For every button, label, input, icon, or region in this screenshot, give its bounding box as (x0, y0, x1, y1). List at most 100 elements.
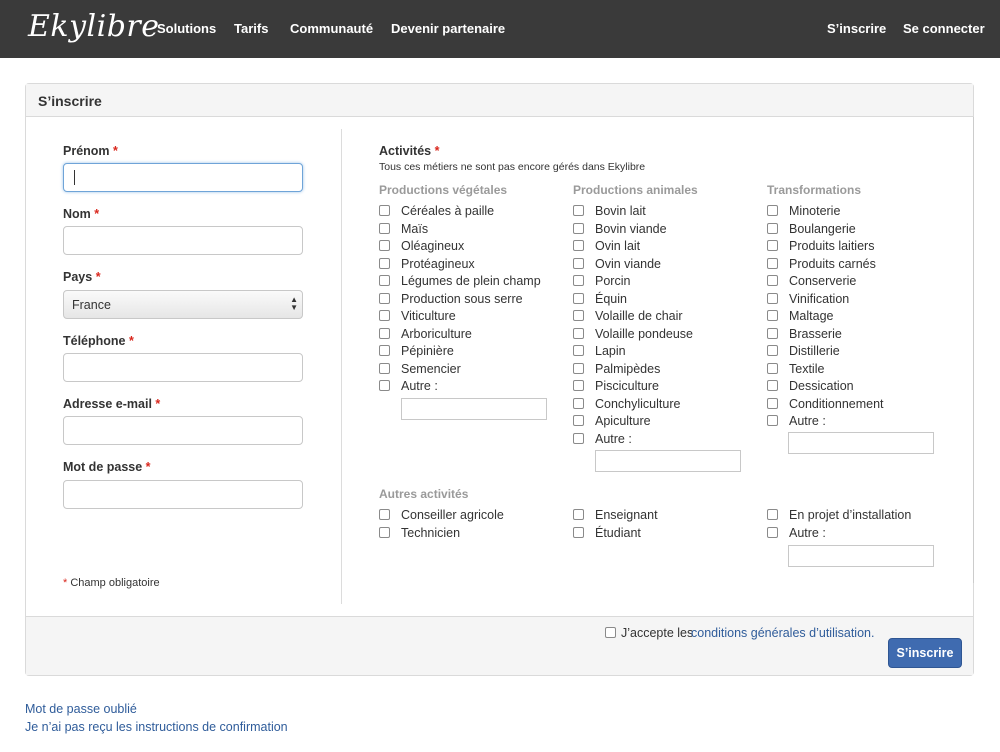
animal-checkbox[interactable] (573, 380, 584, 391)
vegetal-option-label: Production sous serre (401, 291, 523, 306)
other-col2-checkbox[interactable] (573, 526, 584, 538)
vegetal-checkbox[interactable] (379, 222, 390, 234)
animal-option-label: Bovin lait (595, 204, 646, 218)
vegetal-option-label: Protéagineux (401, 256, 475, 271)
brand-logo[interactable]: Ekylibre (28, 9, 160, 44)
panel-title: S’inscrire (38, 93, 102, 109)
signup-panel: S’inscrire Prénom * Nom * Pays * France … (25, 83, 974, 676)
vegetal-checkbox[interactable] (379, 240, 390, 251)
vegetal-checkbox[interactable] (379, 257, 390, 269)
other-activities-other-input[interactable] (788, 545, 934, 567)
other-col1-checkbox[interactable] (379, 509, 390, 520)
animal-checkbox[interactable] (573, 310, 584, 321)
animal-option-label: Ovin viande (595, 256, 662, 271)
vegetal-option-label: Arboriculture (401, 326, 472, 341)
animal-checkbox[interactable] (573, 222, 584, 234)
panel-header: S’inscrire (26, 84, 973, 117)
no-confirmation-link[interactable]: Je n’ai pas reçu les instructions de con… (25, 720, 288, 734)
nav-se-connecter[interactable]: Se connecter (903, 21, 985, 36)
transfo-option-label: Conditionnement (789, 396, 884, 411)
forgot-password-link[interactable]: Mot de passe oublié (25, 702, 137, 716)
transfo-option-label: Vinification (789, 291, 850, 306)
vegetal-checkbox[interactable] (379, 380, 390, 391)
nav-sinscrire[interactable]: S’inscrire (827, 21, 886, 36)
vegetal-checkbox[interactable] (379, 310, 390, 321)
animal-option-label: Équin (595, 291, 627, 306)
transfo-checkbox[interactable] (767, 222, 778, 234)
transfo-checkbox[interactable] (767, 380, 778, 391)
vegetal-checkbox[interactable] (379, 292, 390, 304)
vegetal-checkbox[interactable] (379, 345, 390, 356)
transfo-checkbox[interactable] (767, 310, 778, 321)
nav-tarifs[interactable]: Tarifs (234, 21, 268, 36)
transfo-option-label: Distillerie (789, 344, 840, 358)
transfo-checkbox[interactable] (767, 292, 778, 304)
transfo-option-label: Boulangerie (789, 221, 856, 236)
transfo-other-input[interactable] (788, 432, 934, 454)
activities-note: Tous ces métiers ne sont pas encore géré… (379, 161, 646, 173)
transfo-option-label: Dessication (789, 379, 854, 393)
accept-terms-checkbox[interactable] (605, 627, 616, 638)
vegetal-other-input[interactable] (401, 398, 547, 420)
transfo-checkbox[interactable] (767, 257, 778, 269)
animal-checkbox[interactable] (573, 292, 584, 304)
animal-checkbox[interactable] (573, 397, 584, 409)
first-name-input[interactable] (63, 163, 303, 192)
select-updown-icon: ▲ ▼ (290, 295, 298, 312)
nav-devenir-partenaire[interactable]: Devenir partenaire (391, 21, 505, 36)
transfo-option-label: Conserverie (789, 274, 857, 288)
email-input[interactable] (63, 416, 303, 445)
nav-solutions[interactable]: Solutions (157, 21, 216, 36)
password-input[interactable] (63, 480, 303, 509)
animal-checkbox[interactable] (573, 327, 584, 339)
other-col3-option-label: Autre : (789, 525, 826, 540)
other-col3-option-label: En projet d’installation (789, 508, 912, 522)
last-name-label: Nom * (63, 207, 100, 221)
animal-checkbox[interactable] (573, 205, 584, 216)
vegetal-checkbox[interactable] (379, 205, 390, 216)
transfo-checkbox[interactable] (767, 205, 778, 216)
nav-communaute[interactable]: Communauté (290, 21, 373, 36)
animal-option-label: Apiculture (595, 414, 651, 428)
transfo-checkbox[interactable] (767, 415, 778, 426)
other-col1-checkbox[interactable] (379, 526, 390, 538)
vegetal-option-label: Viticulture (401, 309, 456, 323)
vegetal-heading: Productions végétales (379, 183, 508, 197)
animal-checkbox[interactable] (573, 432, 584, 444)
other-col3-checkbox[interactable] (767, 526, 778, 538)
other-col2-checkbox[interactable] (573, 509, 584, 520)
vegetal-checkbox[interactable] (379, 327, 390, 339)
last-name-input[interactable] (63, 226, 303, 255)
transfo-checkbox[interactable] (767, 275, 778, 286)
transfo-option-label: Produits laitiers (789, 239, 875, 253)
accept-terms-text: J’accepte les (621, 626, 694, 640)
transfo-checkbox[interactable] (767, 345, 778, 356)
transfo-option-label: Produits carnés (789, 256, 876, 271)
transfo-checkbox[interactable] (767, 362, 778, 374)
transfo-option-label: Brasserie (789, 326, 842, 341)
animal-option-label: Porcin (595, 274, 631, 288)
column-divider (341, 129, 342, 604)
transfo-checkbox[interactable] (767, 240, 778, 251)
animal-checkbox[interactable] (573, 240, 584, 251)
animal-option-label: Lapin (595, 344, 626, 358)
panel-footer (26, 616, 973, 675)
animal-checkbox[interactable] (573, 362, 584, 374)
animal-checkbox[interactable] (573, 415, 584, 426)
animal-option-label: Pisciculture (595, 379, 659, 393)
terms-link[interactable]: conditions générales d’utilisation. (691, 626, 874, 640)
vegetal-checkbox[interactable] (379, 275, 390, 286)
transfo-option-label: Textile (789, 361, 825, 376)
phone-input[interactable] (63, 353, 303, 382)
vegetal-checkbox[interactable] (379, 362, 390, 374)
country-select[interactable]: France ▲ ▼ (63, 290, 303, 319)
transfo-option-label: Minoterie (789, 204, 841, 218)
animal-other-input[interactable] (595, 450, 741, 472)
animal-checkbox[interactable] (573, 257, 584, 269)
animal-checkbox[interactable] (573, 345, 584, 356)
transfo-checkbox[interactable] (767, 397, 778, 409)
animal-checkbox[interactable] (573, 275, 584, 286)
transfo-checkbox[interactable] (767, 327, 778, 339)
other-col3-checkbox[interactable] (767, 509, 778, 520)
submit-button[interactable]: S’inscrire (888, 638, 962, 668)
